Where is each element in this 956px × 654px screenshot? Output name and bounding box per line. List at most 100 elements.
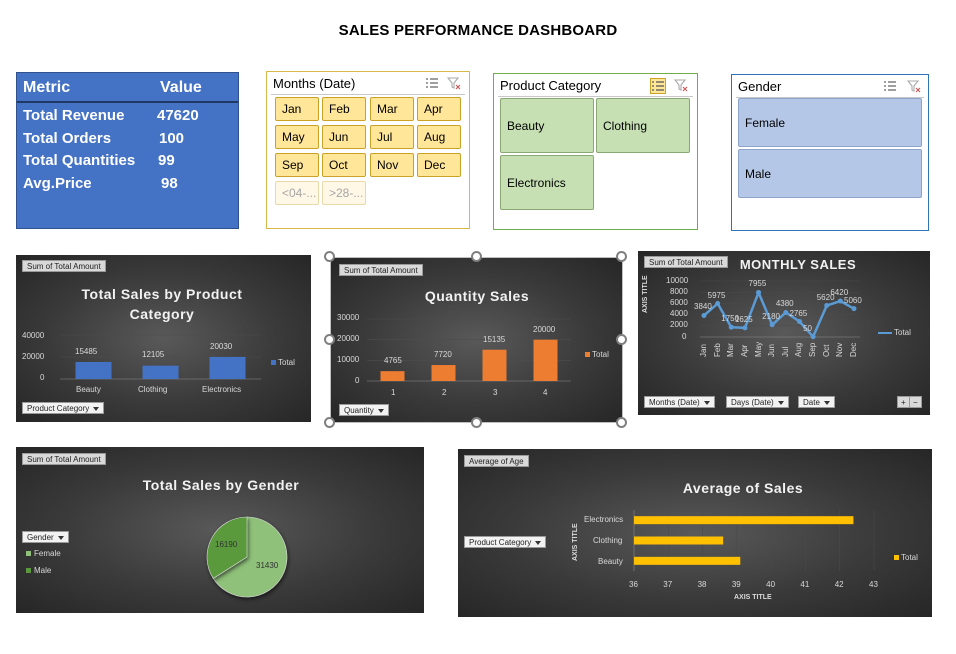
- data-label-jul: 4380: [775, 299, 794, 309]
- month-button-mar[interactable]: Mar: [370, 97, 414, 121]
- field-button[interactable]: Sum of Total Amount: [22, 260, 106, 272]
- y-tick-label: 0: [682, 332, 687, 341]
- point-may[interactable]: [756, 289, 762, 295]
- x-tick-label: 37: [663, 580, 673, 589]
- gender-button-male[interactable]: Male: [738, 149, 922, 198]
- avg-sales-chart[interactable]: Average of Age Average of Sales Product …: [458, 449, 932, 617]
- point-aug[interactable]: [796, 319, 802, 325]
- point-oct[interactable]: [824, 303, 830, 309]
- month-button-may[interactable]: May: [275, 125, 319, 149]
- point-jan[interactable]: [701, 312, 707, 318]
- clear-filter-icon[interactable]: [674, 78, 688, 92]
- month-button-dec[interactable]: Dec: [417, 153, 461, 177]
- month-button-sep[interactable]: Sep: [275, 153, 319, 177]
- x-tick-label: 43: [869, 580, 878, 589]
- bar-beauty[interactable]: [634, 556, 741, 565]
- point-jul[interactable]: [783, 309, 789, 315]
- field-button[interactable]: Sum of Total Amount: [22, 453, 106, 465]
- bar-quantity-1[interactable]: [380, 371, 405, 381]
- clear-filter-icon[interactable]: [447, 76, 461, 90]
- product-category-filter-dropdown[interactable]: Product Category: [464, 536, 547, 548]
- bar-quantity-3[interactable]: [482, 349, 507, 381]
- resize-handle[interactable]: [324, 251, 335, 262]
- point-apr[interactable]: [742, 325, 748, 331]
- month-button-jan[interactable]: Jan: [275, 97, 319, 121]
- gender-sales-chart[interactable]: Sum of Total Amount Total Sales by Gende…: [16, 447, 424, 613]
- data-label: 4765: [384, 356, 402, 365]
- month-button-jun[interactable]: Jun: [322, 125, 366, 149]
- resize-handle[interactable]: [616, 334, 627, 345]
- expand-field-button[interactable]: +: [897, 396, 910, 408]
- resize-handle[interactable]: [616, 417, 627, 428]
- bar-electronics[interactable]: [209, 356, 246, 379]
- x-tick-label: 4: [543, 388, 548, 397]
- category-sales-chart[interactable]: Sum of Total Amount Total Sales by Produ…: [16, 255, 311, 422]
- gender-sales-plot: [206, 516, 288, 598]
- point-nov[interactable]: [837, 298, 843, 304]
- product-category-filter-dropdown[interactable]: Product Category: [22, 402, 105, 414]
- resize-handle[interactable]: [471, 251, 482, 262]
- bar-clothing[interactable]: [142, 365, 179, 379]
- metric-value: 98: [161, 174, 178, 192]
- legend-total: Total: [894, 553, 918, 562]
- field-button[interactable]: Sum of Total Amount: [339, 264, 423, 276]
- resize-handle[interactable]: [616, 251, 627, 262]
- chart-title: Quantity Sales: [424, 288, 530, 304]
- resize-handle[interactable]: [324, 417, 335, 428]
- month-button-after[interactable]: >28-...: [322, 181, 366, 205]
- metric-row-total-quantities: Total Quantities 99: [17, 150, 238, 173]
- resize-handle[interactable]: [471, 417, 482, 428]
- clear-filter-icon[interactable]: [907, 79, 921, 93]
- date-filter-dropdown[interactable]: Date: [798, 396, 835, 408]
- point-sep[interactable]: [810, 334, 816, 340]
- point-feb[interactable]: [715, 301, 721, 307]
- quantity-sales-chart[interactable]: Sum of Total Amount Quantity Sales 30000…: [330, 257, 623, 423]
- x-tick-label: 36: [629, 580, 638, 589]
- category-button-electronics[interactable]: Electronics: [500, 155, 594, 210]
- x-tick-label-jun: Jun: [767, 344, 777, 357]
- bar-beauty[interactable]: [75, 361, 112, 379]
- bar-quantity-2[interactable]: [431, 365, 456, 381]
- quantity-sales-plot: [367, 318, 571, 382]
- multi-select-icon[interactable]: [425, 76, 439, 90]
- field-button[interactable]: Sum of Total Amount: [644, 256, 728, 268]
- x-tick-label: 42: [834, 580, 844, 589]
- month-button-aug[interactable]: Aug: [417, 125, 461, 149]
- months-filter-dropdown[interactable]: Months (Date): [644, 396, 715, 408]
- field-button[interactable]: Average of Age: [464, 455, 529, 467]
- legend-swatch: [271, 360, 276, 365]
- y-tick-label: 20000: [22, 352, 45, 361]
- month-button-jul[interactable]: Jul: [370, 125, 414, 149]
- metric-row-avg-price: Avg.Price 98: [17, 173, 238, 196]
- days-filter-dropdown[interactable]: Days (Date): [726, 396, 789, 408]
- category-button-clothing[interactable]: Clothing: [596, 98, 690, 153]
- legend-total: Total: [271, 358, 295, 367]
- month-button-feb[interactable]: Feb: [322, 97, 366, 121]
- month-button-before[interactable]: <04-...: [275, 181, 319, 205]
- point-dec[interactable]: [851, 306, 857, 312]
- collapse-field-button[interactable]: −: [909, 396, 922, 408]
- y-tick-label: 10000: [666, 276, 689, 285]
- y-tick-label: 0: [355, 376, 360, 385]
- gender-filter-dropdown[interactable]: Gender: [22, 531, 69, 543]
- quantity-filter-dropdown[interactable]: Quantity: [339, 404, 389, 416]
- bar-electronics[interactable]: [634, 516, 854, 525]
- point-jun[interactable]: [769, 322, 775, 328]
- gender-button-female[interactable]: Female: [738, 98, 922, 147]
- category-button-beauty[interactable]: Beauty: [500, 98, 594, 153]
- metric-column-header: Metric: [23, 79, 71, 96]
- point-mar[interactable]: [728, 324, 734, 330]
- bar-quantity-4[interactable]: [533, 339, 558, 381]
- resize-handle[interactable]: [324, 334, 335, 345]
- multi-select-icon[interactable]: [883, 79, 897, 93]
- month-button-oct[interactable]: Oct: [322, 153, 366, 177]
- y-tick-label: 4000: [670, 309, 688, 318]
- month-button-apr[interactable]: Apr: [417, 97, 461, 121]
- bar-clothing[interactable]: [634, 536, 724, 545]
- data-label-may: 7955: [748, 279, 767, 289]
- month-button-nov[interactable]: Nov: [370, 153, 414, 177]
- avg-sales-plot: [633, 510, 875, 571]
- monthly-sales-chart[interactable]: MONTHLY SALES Sum of Total Amount AXIS T…: [638, 251, 930, 415]
- multi-select-icon[interactable]: [650, 78, 666, 94]
- pie-label-male: 16190: [215, 540, 238, 549]
